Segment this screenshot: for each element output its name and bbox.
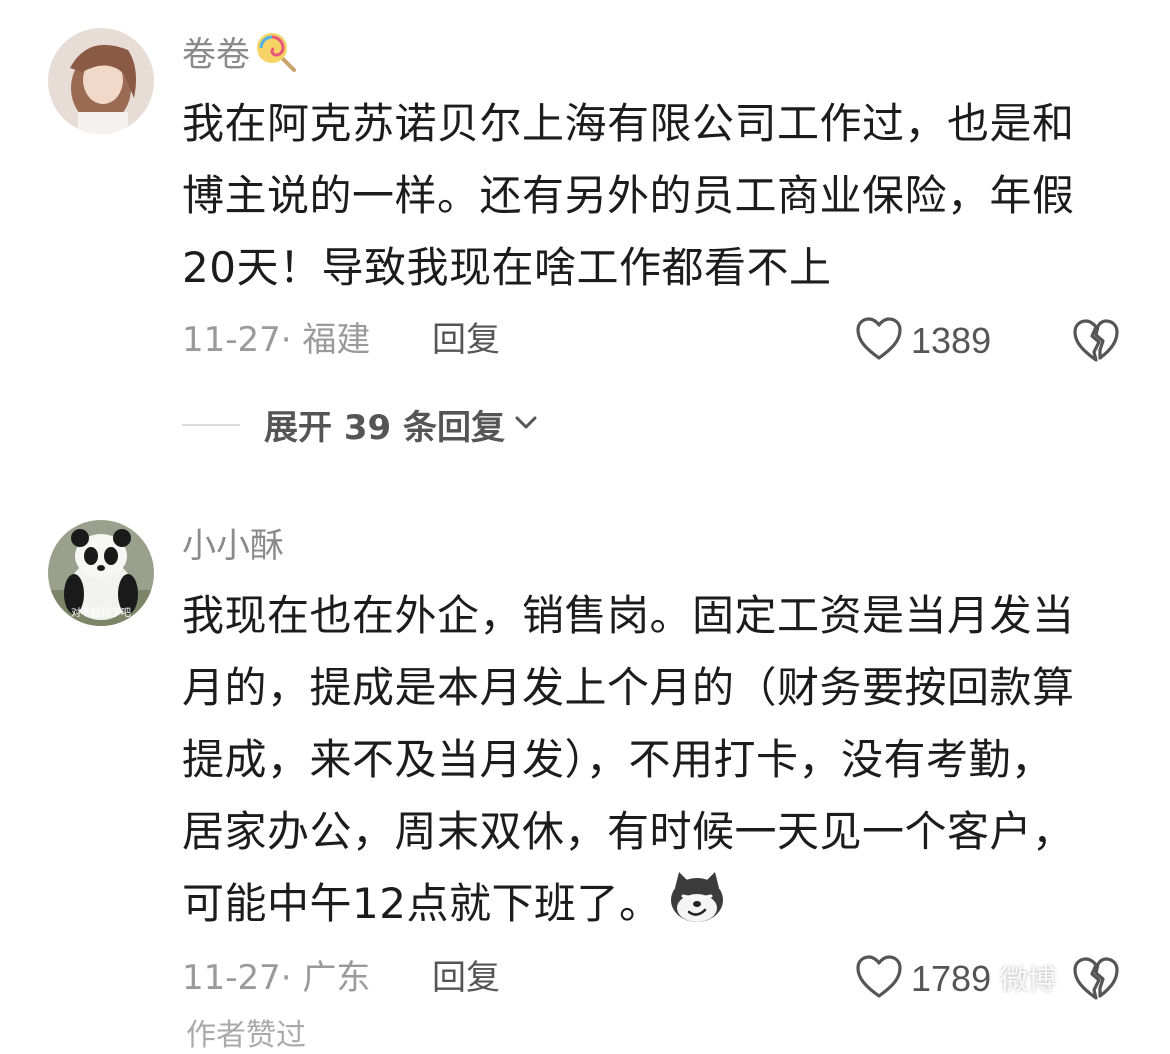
avatar[interactable]: [48, 28, 154, 134]
watermark: 微博: [1000, 963, 1057, 996]
comment-line: 提成，来不及当月发），不用打卡，没有考勤，: [182, 735, 1054, 784]
username[interactable]: 小小酥: [182, 524, 284, 568]
comment-line: 可能中午12点就下班了。: [182, 879, 662, 928]
comment-text: 我现在也在外企，销售岗。固定工资是当月发当 月的，提成是本月发上个月的（财务要按…: [182, 580, 1122, 946]
expand-replies-label: 展开 39 条回复: [264, 408, 505, 448]
username[interactable]: 卷卷: [182, 28, 298, 85]
avatar-caption: 对不起行了吧: [71, 606, 131, 619]
like-button[interactable]: 1789: [855, 954, 991, 1004]
lollipop-icon: [252, 28, 298, 85]
avatar[interactable]: 对不起行了吧: [48, 520, 154, 626]
chevron-down-icon: [513, 413, 539, 437]
like-count: 1389: [911, 320, 992, 361]
comment-line: 月的，提成是本月发上个月的（财务要按回款算: [182, 663, 1075, 712]
comment-line-with-emoji: 可能中午12点就下班了。: [182, 868, 1122, 946]
heart-icon: [855, 954, 903, 1004]
smirk-dog-icon: [667, 870, 727, 946]
reply-button[interactable]: 回复: [432, 956, 500, 1000]
expand-replies-button[interactable]: 展开 39 条回复: [182, 400, 539, 449]
comment-line: 20天！导致我现在啥工作都看不上: [182, 243, 832, 292]
comment-line: 居家办公，周末双休，有时候一天见一个客户，: [182, 807, 1075, 856]
date-location: 11-27· 广东: [182, 958, 371, 998]
broken-heart-icon: [1072, 957, 1120, 1006]
heart-icon: [855, 316, 903, 366]
broken-heart-icon: [1072, 319, 1120, 368]
comment-line: 博主说的一样。还有另外的员工商业保险，年假: [182, 171, 1075, 220]
comment-text: 我在阿克苏诺贝尔上海有限公司工作过，也是和 博主说的一样。还有另外的员工商业保险…: [182, 88, 1122, 304]
dislike-button[interactable]: [1072, 318, 1120, 368]
comment-line: 我在阿克苏诺贝尔上海有限公司工作过，也是和: [182, 99, 1075, 148]
like-button[interactable]: 1389: [855, 316, 991, 366]
comment-line: 我现在也在外企，销售岗。固定工资是当月发当: [182, 591, 1075, 640]
reply-button[interactable]: 回复: [432, 318, 500, 362]
date-location: 11-27· 福建: [182, 320, 371, 360]
divider: [182, 423, 240, 426]
author-liked-badge: 作者赞过: [186, 1018, 306, 1053]
dislike-button[interactable]: [1072, 956, 1120, 1006]
like-count: 1789: [911, 958, 992, 999]
